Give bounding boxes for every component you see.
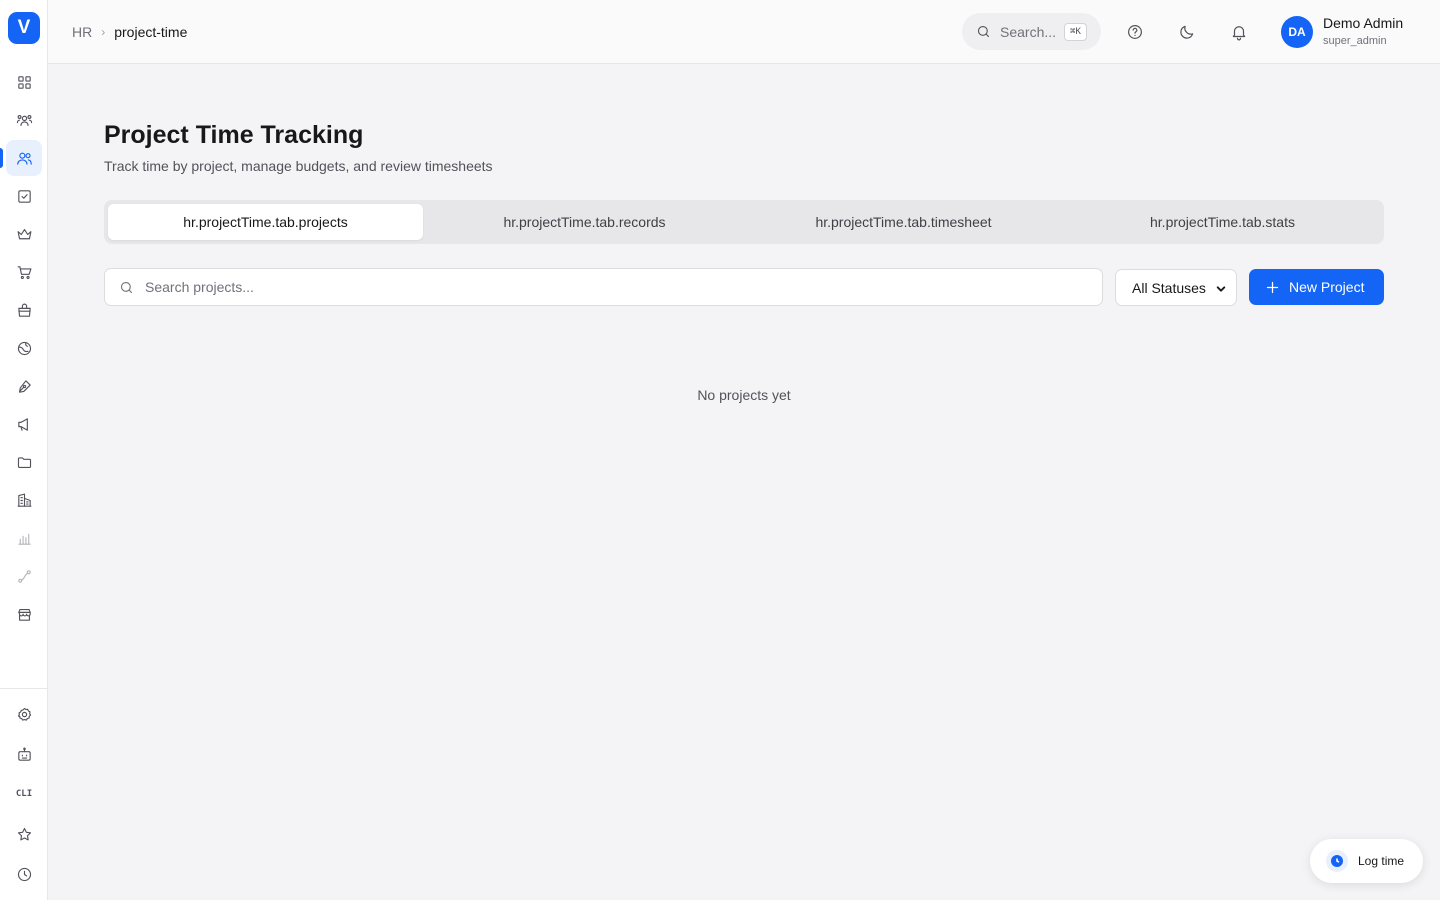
sidebar-item-history[interactable] xyxy=(6,856,42,892)
star-icon xyxy=(17,827,31,840)
cart-icon xyxy=(17,265,31,279)
project-search-input[interactable] xyxy=(145,269,1085,305)
globe-icon xyxy=(17,341,31,355)
crown-icon xyxy=(17,228,31,239)
new-project-button[interactable]: New Project xyxy=(1249,269,1384,305)
chevron-down-icon xyxy=(1216,286,1226,292)
sidebar-item-megaphone[interactable] xyxy=(6,406,42,442)
top-header: HR › project-time Search... ⌘K DA Demo A… xyxy=(48,0,1440,64)
log-time-label: Log time xyxy=(1358,854,1405,868)
breadcrumb: HR › project-time xyxy=(72,22,187,42)
search-icon xyxy=(120,281,133,294)
cli-icon: CLI xyxy=(15,789,33,799)
chevron-right-icon: › xyxy=(101,25,106,39)
timer-icon xyxy=(1326,850,1348,872)
avatar[interactable]: DA xyxy=(1281,16,1313,48)
sidebar-item-bag[interactable] xyxy=(6,292,42,328)
theme-toggle-button[interactable] xyxy=(1175,20,1199,44)
sidebar-item-team[interactable] xyxy=(6,102,42,138)
task-checkbox-icon xyxy=(17,189,31,203)
sidebar-item-cart[interactable] xyxy=(6,254,42,290)
status-filter-value: All Statuses xyxy=(1132,279,1206,296)
sidebar-item-robot[interactable] xyxy=(6,736,42,772)
sidebar-item-cli[interactable]: CLI xyxy=(6,776,42,812)
page-title: Project Time Tracking xyxy=(104,121,364,149)
search-icon xyxy=(977,25,990,38)
sidebar-item-building[interactable] xyxy=(6,482,42,518)
tab-projects[interactable]: hr.projectTime.tab.projects xyxy=(108,204,423,240)
active-indicator xyxy=(0,148,3,168)
sidebar-item-route[interactable] xyxy=(6,558,42,594)
keyboard-shortcut-badge: ⌘K xyxy=(1064,22,1087,41)
team-icon xyxy=(16,114,32,126)
route-icon xyxy=(17,569,31,583)
plus-icon xyxy=(1266,281,1279,293)
store-icon xyxy=(17,608,31,621)
user-name[interactable]: Demo Admin xyxy=(1323,15,1403,31)
breadcrumb-current: project-time xyxy=(114,24,188,40)
sidebar-item-chart[interactable] xyxy=(6,520,42,556)
sidebar-item-tasks[interactable] xyxy=(6,178,42,214)
users-icon xyxy=(16,152,32,165)
sidebar-item-dashboard[interactable] xyxy=(6,64,42,100)
megaphone-icon xyxy=(17,417,28,431)
help-button[interactable] xyxy=(1123,20,1147,44)
tab-timesheet[interactable]: hr.projectTime.tab.timesheet xyxy=(746,204,1061,240)
tab-bar: hr.projectTime.tab.projects hr.projectTi… xyxy=(104,200,1384,244)
bell-icon xyxy=(1232,26,1246,41)
log-time-button[interactable]: Log time xyxy=(1310,839,1423,883)
clock-icon xyxy=(17,867,31,881)
tab-records[interactable]: hr.projectTime.tab.records xyxy=(427,204,742,240)
new-project-label: New Project xyxy=(1289,279,1365,295)
project-search-box xyxy=(104,268,1103,306)
pen-icon xyxy=(18,379,31,393)
sidebar-item-users[interactable] xyxy=(6,140,42,176)
app-logo[interactable]: V xyxy=(8,12,40,44)
sidebar-item-settings[interactable] xyxy=(6,696,42,732)
shopping-bag-icon xyxy=(17,303,31,317)
global-search-placeholder: Search... xyxy=(1000,23,1057,40)
status-filter-select[interactable]: All Statuses xyxy=(1115,269,1237,306)
sidebar-item-pen[interactable] xyxy=(6,368,42,404)
folder-icon xyxy=(17,456,31,468)
sidebar-divider xyxy=(0,688,48,689)
building-icon xyxy=(17,493,31,507)
chart-icon xyxy=(17,533,31,545)
page-subtitle: Track time by project, manage budgets, a… xyxy=(104,158,493,174)
dashboard-icon xyxy=(17,75,31,89)
sidebar-item-folder[interactable] xyxy=(6,444,42,480)
sidebar-item-crown[interactable] xyxy=(6,216,42,252)
notifications-button[interactable] xyxy=(1227,20,1251,44)
sidebar-item-globe[interactable] xyxy=(6,330,42,366)
moon-icon xyxy=(1180,25,1194,39)
settings-icon xyxy=(17,707,31,721)
robot-icon xyxy=(17,747,31,761)
tab-stats[interactable]: hr.projectTime.tab.stats xyxy=(1065,204,1380,240)
user-role: super_admin xyxy=(1323,35,1387,47)
sidebar-item-store[interactable] xyxy=(6,596,42,632)
sidebar-item-favorites[interactable] xyxy=(6,816,42,852)
sidebar: V CLI xyxy=(0,0,48,900)
help-icon xyxy=(1128,25,1142,39)
empty-state-message: No projects yet xyxy=(697,387,791,403)
global-search-button[interactable]: Search... ⌘K xyxy=(962,13,1101,50)
breadcrumb-parent[interactable]: HR xyxy=(72,24,92,40)
